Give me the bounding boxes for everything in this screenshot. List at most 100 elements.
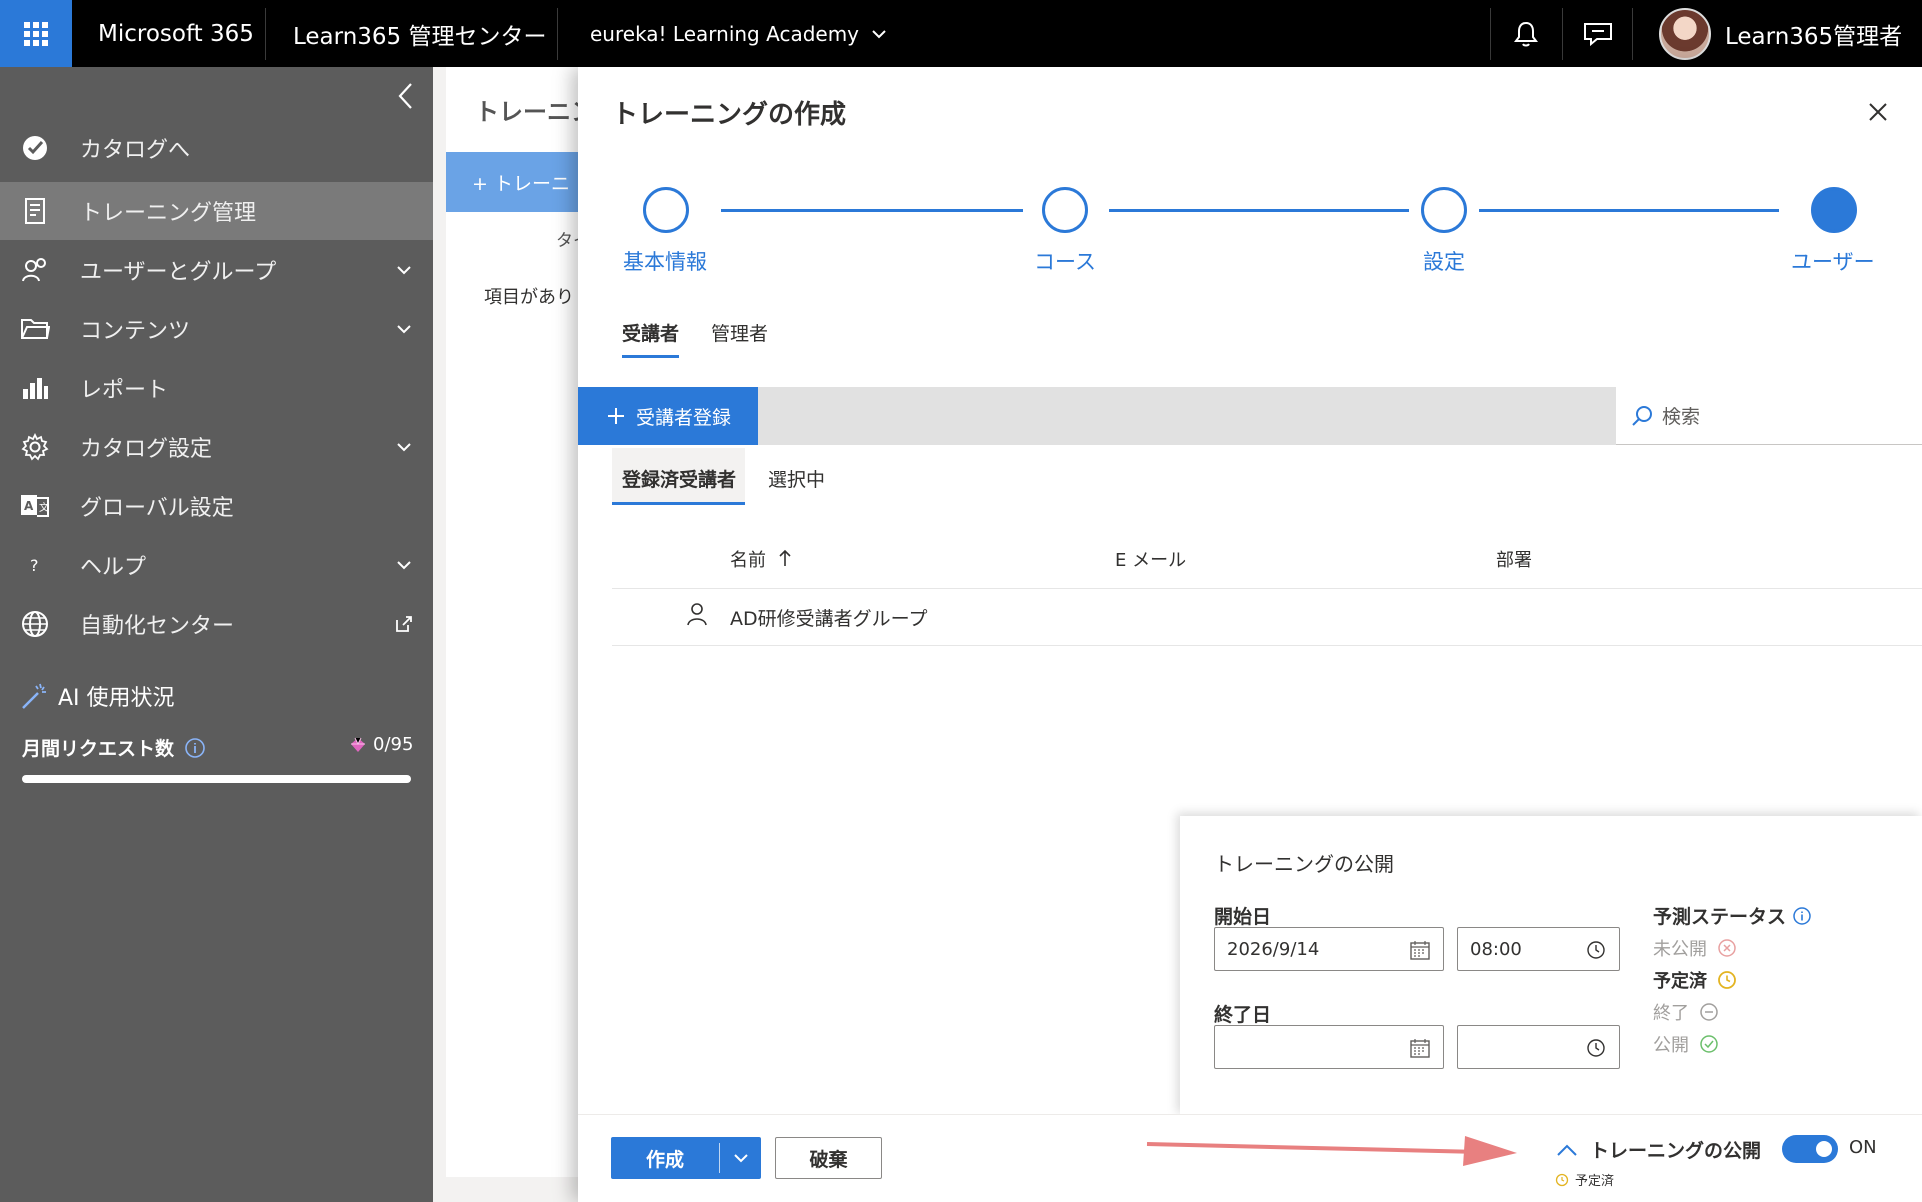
sidebar-item-label: コンテンツ	[80, 319, 191, 344]
register-learner-button[interactable]: 受講者登録	[578, 387, 758, 445]
sidebar-item-label: トレーニング管理	[80, 201, 257, 226]
chevron-down-icon	[393, 554, 415, 576]
status-label: 公開	[1653, 1035, 1689, 1056]
sidebar-item-label: カタログへ	[80, 138, 191, 163]
column-header-department[interactable]: 部署	[1496, 546, 1532, 572]
step-connector	[721, 209, 1023, 212]
step-settings[interactable]	[1421, 187, 1467, 233]
chevron-up-icon	[1557, 1144, 1577, 1156]
chevron-down-icon	[872, 29, 886, 38]
person-icon	[687, 603, 707, 626]
clock-icon	[1587, 941, 1605, 959]
column-header-label: 名前	[730, 550, 766, 571]
magic-wand-icon	[22, 683, 46, 709]
publish-section-toggle[interactable]: トレーニングの公開	[1556, 1136, 1761, 1163]
chevron-down-icon	[393, 318, 415, 340]
ai-usage-title: AI 使用状況	[58, 686, 175, 711]
ai-usage-header: AI 使用状況	[20, 680, 175, 712]
start-date-value: 2026/9/14	[1227, 938, 1320, 960]
start-time-value: 08:00	[1470, 938, 1522, 960]
sidebar-item-label: グローバル設定	[80, 496, 234, 521]
step-connector	[1109, 209, 1409, 212]
app-launcher-button[interactable]	[0, 0, 72, 67]
tab-underline	[622, 355, 679, 358]
step-connector	[1479, 209, 1779, 212]
notifications-button[interactable]	[1498, 0, 1554, 67]
step-course[interactable]	[1042, 187, 1088, 233]
svg-text:A: A	[24, 499, 34, 513]
close-button[interactable]	[1866, 100, 1890, 128]
minus-circle-icon	[1700, 1003, 1718, 1021]
end-date-label: 終了日	[1214, 1004, 1272, 1026]
divider	[612, 645, 1922, 646]
subtab-selected[interactable]: 選択中	[768, 465, 825, 492]
sidebar-item-contents[interactable]: コンテンツ	[0, 300, 433, 358]
admin-center-title[interactable]: Learn365 管理センター	[293, 0, 547, 67]
tab-managers[interactable]: 管理者	[711, 319, 768, 346]
step-label: 基本情報	[623, 250, 707, 274]
start-date-input[interactable]: 2026/9/14	[1214, 927, 1444, 971]
tenant-name: eureka! Learning Academy	[590, 21, 860, 46]
status-unpublished: 未公開	[1653, 935, 1737, 961]
register-learner-label: 受講者登録	[636, 406, 732, 429]
column-header-name[interactable]: 名前	[730, 546, 792, 572]
collapse-sidebar-button[interactable]	[395, 81, 417, 115]
svg-text:?: ?	[30, 556, 39, 575]
sidebar-item-automation-center[interactable]: 自動化センター	[0, 595, 433, 653]
divider	[1490, 8, 1491, 60]
bar-chart-icon	[20, 373, 50, 403]
toggle-state-label: ON	[1849, 1137, 1877, 1158]
publish-panel-title: トレーニングの公開	[1214, 852, 1394, 876]
create-button[interactable]: 作成	[611, 1137, 761, 1179]
background-new-training-button[interactable]: + トレーニ	[446, 152, 586, 212]
end-time-input[interactable]	[1457, 1025, 1620, 1069]
user-name[interactable]: Learn365管理者	[1725, 0, 1902, 67]
sidebar-item-help[interactable]: ? ヘルプ	[0, 536, 433, 594]
sidebar-item-reports[interactable]: レポート	[0, 359, 433, 417]
request-count-value: 0/95	[373, 734, 414, 755]
status-label: 終了	[1653, 1003, 1689, 1024]
tab-learners[interactable]: 受講者	[622, 319, 679, 346]
divider	[1632, 8, 1633, 60]
divider	[1562, 8, 1563, 60]
sidebar-item-label: ユーザーとグループ	[80, 260, 277, 285]
chat-icon	[1584, 22, 1612, 46]
avatar[interactable]	[1659, 8, 1711, 60]
chevron-left-icon	[398, 83, 412, 109]
sidebar-item-users-groups[interactable]: ユーザーとグループ	[0, 241, 433, 299]
search-input[interactable]: 検索	[1616, 387, 1922, 445]
sidebar-item-catalog[interactable]: カタログへ	[0, 119, 433, 177]
svg-text:文: 文	[39, 501, 49, 514]
publish-toggle-label: トレーニングの公開	[1590, 1140, 1762, 1162]
check-circle-icon	[1700, 1035, 1718, 1053]
sidebar: カタログへ トレーニング管理 ユーザーとグループ コンテンツ レポート カタログ…	[0, 67, 433, 1202]
sidebar-item-label: レポート	[80, 378, 169, 403]
background-page-title: トレーニン	[475, 98, 595, 126]
subtab-registered-learners[interactable]: 登録済受講者	[622, 465, 736, 492]
row-name: AD研修受講者グループ	[730, 608, 928, 630]
sidebar-item-catalog-settings[interactable]: カタログ設定	[0, 418, 433, 476]
publish-toggle-switch[interactable]	[1782, 1135, 1838, 1163]
discard-button[interactable]: 破棄	[775, 1137, 882, 1179]
waffle-icon	[24, 21, 48, 46]
create-button-label: 作成	[645, 1148, 684, 1171]
brand-link[interactable]: Microsoft 365	[98, 0, 254, 67]
table-row[interactable]: AD研修受講者グループ	[612, 589, 1922, 645]
step-basic-info[interactable]	[643, 187, 689, 233]
start-time-input[interactable]: 08:00	[1457, 927, 1620, 971]
create-dropdown-button[interactable]	[720, 1149, 761, 1167]
end-date-input[interactable]	[1214, 1025, 1444, 1069]
info-icon[interactable]	[184, 737, 206, 759]
info-icon[interactable]	[1792, 906, 1812, 926]
step-users[interactable]	[1811, 187, 1857, 233]
publish-status-indicator: 予定済	[1555, 1170, 1614, 1189]
top-bar: Microsoft 365 Learn365 管理センター eureka! Le…	[0, 0, 1922, 67]
feedback-button[interactable]	[1570, 0, 1626, 67]
status-scheduled: 予定済	[1653, 967, 1737, 993]
sidebar-item-training[interactable]: トレーニング管理	[0, 182, 433, 240]
clock-icon	[1587, 1039, 1605, 1057]
column-header-email[interactable]: E メール	[1115, 546, 1186, 572]
tenant-selector[interactable]: eureka! Learning Academy	[590, 0, 889, 67]
sidebar-item-label: 自動化センター	[80, 614, 235, 639]
sidebar-item-global-settings[interactable]: A文 グローバル設定	[0, 477, 433, 535]
